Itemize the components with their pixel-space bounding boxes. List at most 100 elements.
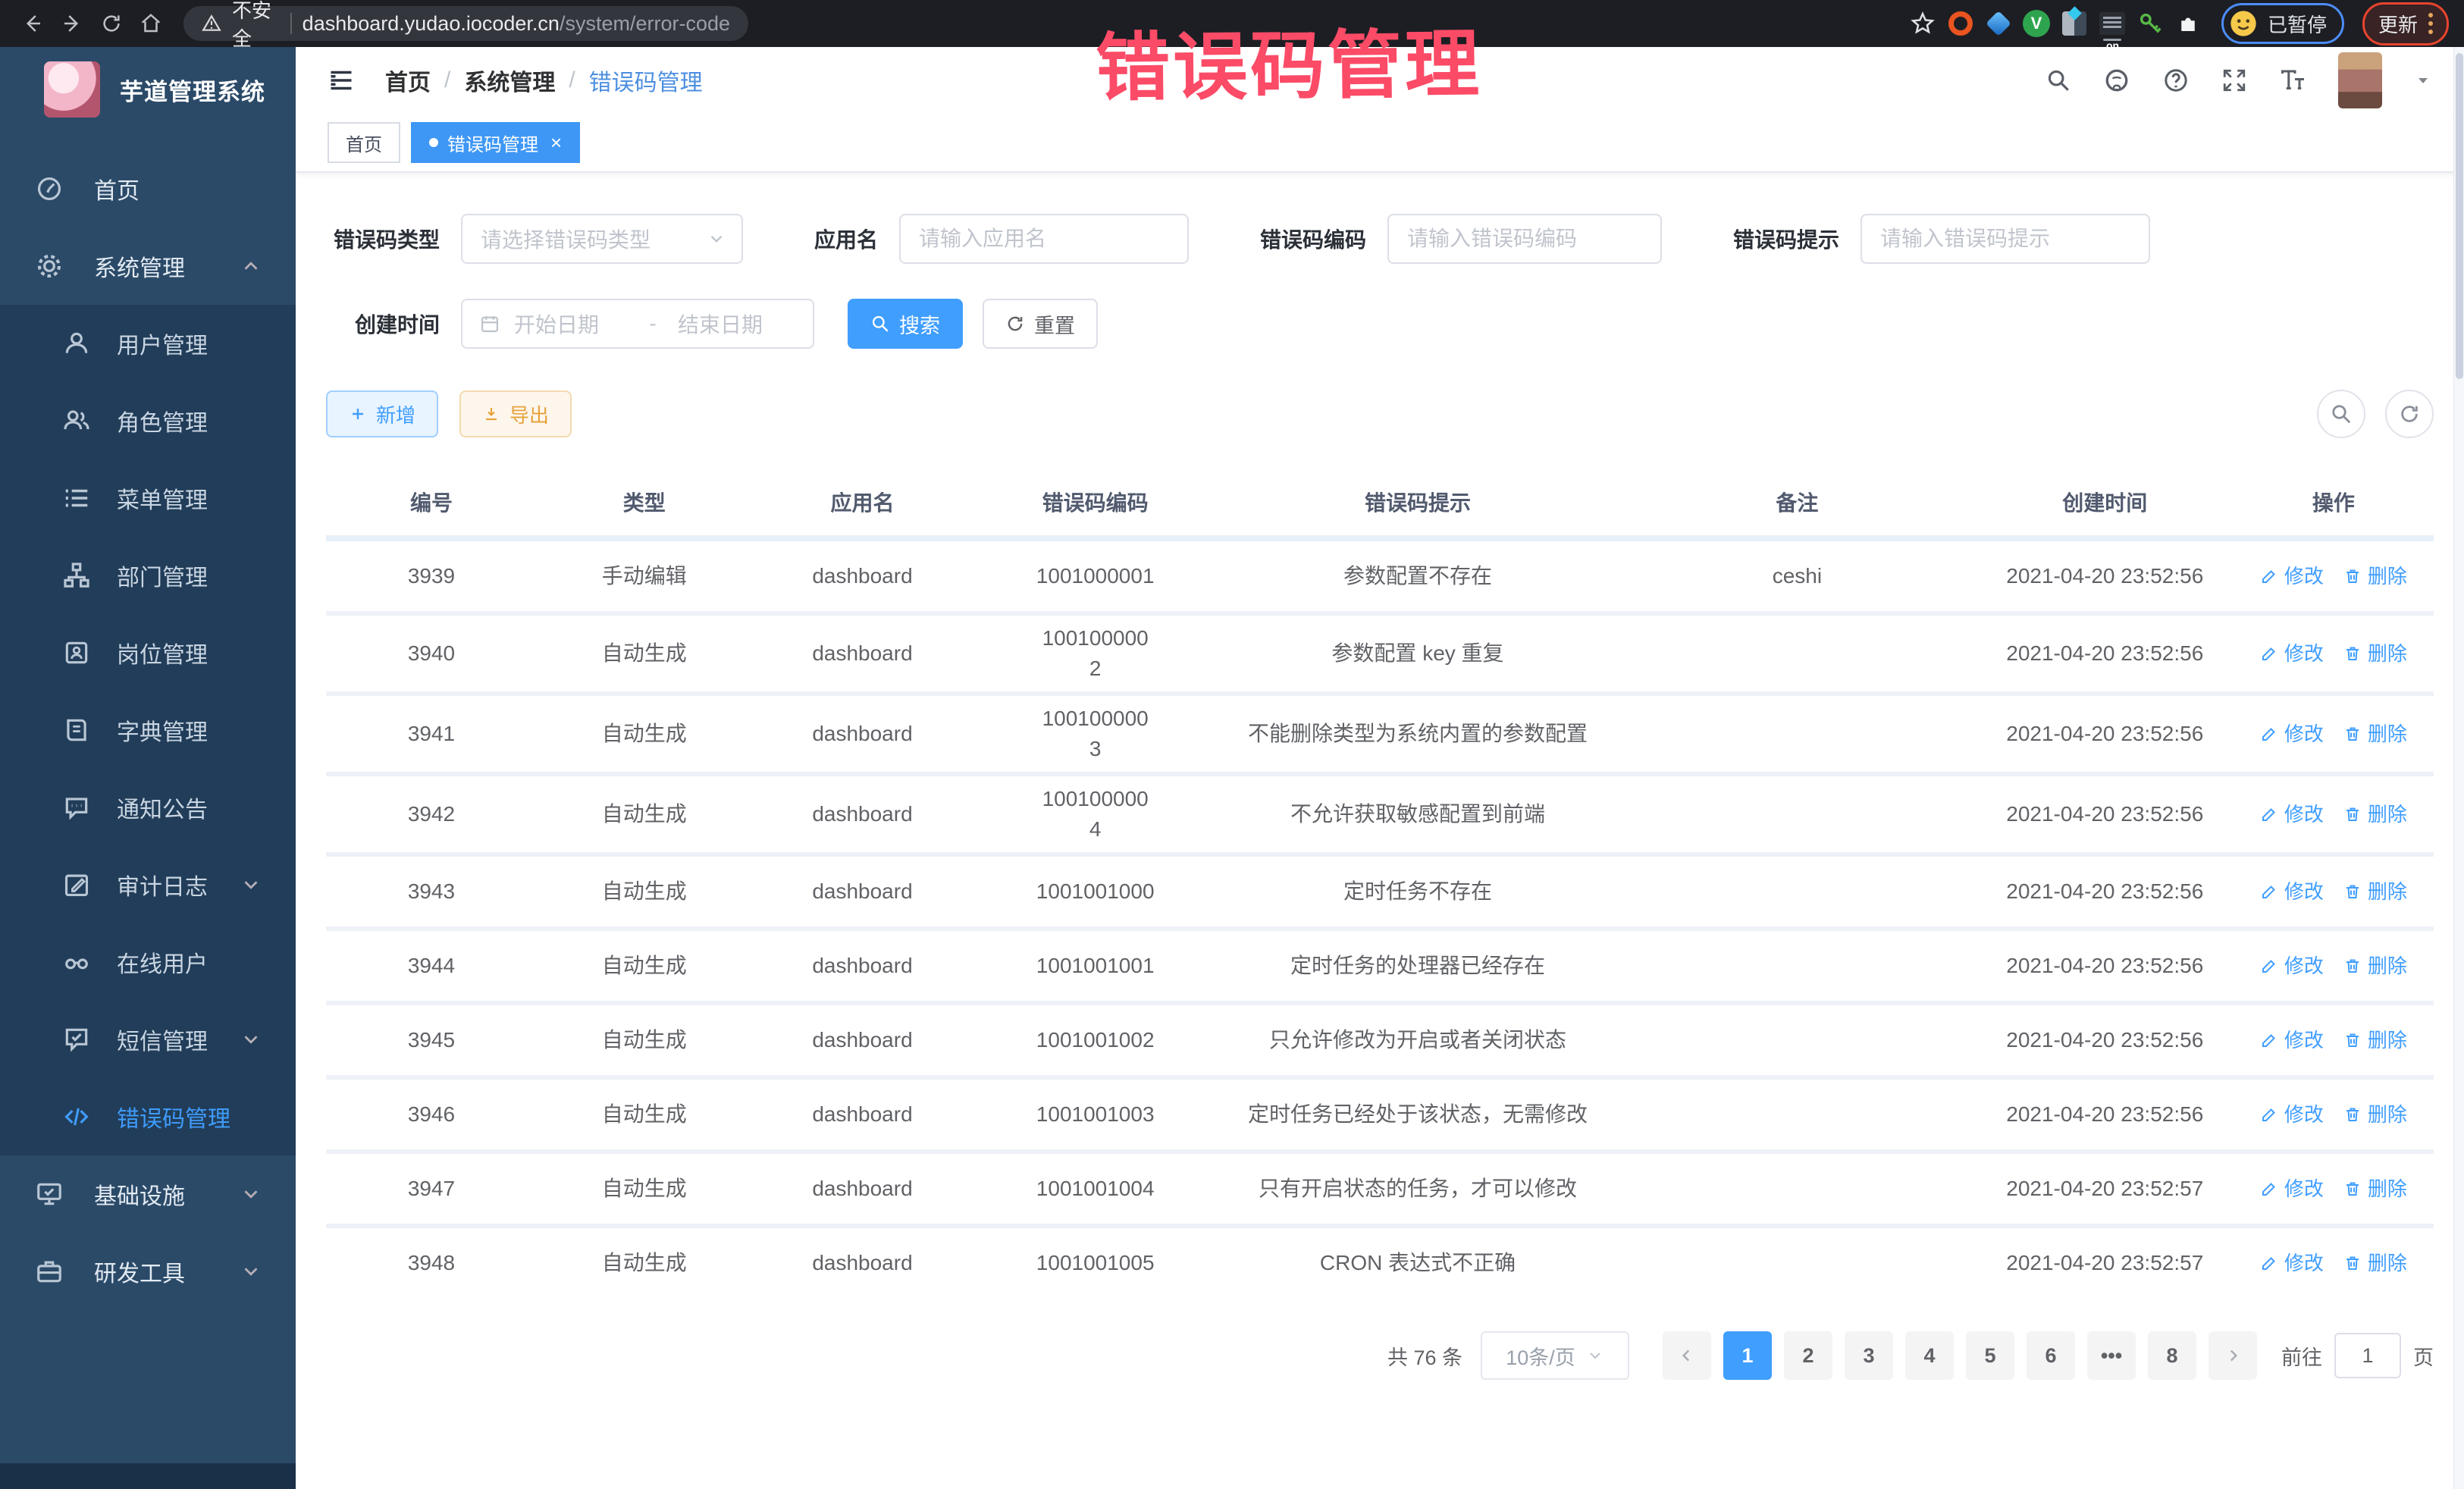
delete-button[interactable]: 删除 bbox=[2343, 799, 2407, 829]
extension-icon-gem[interactable] bbox=[1982, 7, 2015, 40]
add-button[interactable]: 新增 bbox=[326, 390, 438, 437]
page-scrollbar[interactable] bbox=[2453, 47, 2464, 1489]
browser-profile-chip[interactable]: 已暂停 bbox=[2221, 3, 2344, 44]
edit-pencil-icon bbox=[2260, 1105, 2278, 1124]
page-size-select[interactable]: 10条/页 bbox=[1481, 1331, 1629, 1380]
error-code-input[interactable] bbox=[1387, 214, 1662, 264]
tag-close-icon[interactable]: × bbox=[550, 133, 562, 152]
page-ellipsis-button[interactable]: ••• bbox=[2087, 1331, 2136, 1380]
delete-button[interactable]: 删除 bbox=[2343, 561, 2407, 591]
browser-reload-button[interactable] bbox=[94, 6, 129, 41]
refresh-table-button[interactable] bbox=[2385, 390, 2434, 438]
fullscreen-icon[interactable] bbox=[2221, 67, 2247, 93]
edit-button[interactable]: 修改 bbox=[2260, 1174, 2324, 1204]
edit-button[interactable]: 修改 bbox=[2260, 1099, 2324, 1130]
scrollbar-thumb[interactable] bbox=[2456, 53, 2463, 379]
help-icon[interactable] bbox=[2162, 67, 2190, 94]
error-hint-input[interactable] bbox=[1861, 214, 2150, 264]
date-range-picker[interactable]: 开始日期 - 结束日期 bbox=[461, 299, 814, 349]
delete-button[interactable]: 删除 bbox=[2343, 876, 2407, 907]
reset-button[interactable]: 重置 bbox=[983, 299, 1098, 349]
sidebar-item-error-code[interactable]: 错误码管理 bbox=[0, 1078, 296, 1155]
breadcrumb-home[interactable]: 首页 bbox=[385, 64, 431, 97]
goto-page-input[interactable] bbox=[2334, 1333, 2401, 1378]
export-button[interactable]: 导出 bbox=[459, 390, 572, 437]
sidebar-item-dashboard[interactable]: 首页 bbox=[0, 150, 296, 227]
browser-menu-kebab-icon[interactable] bbox=[2428, 13, 2433, 34]
font-size-icon[interactable] bbox=[2279, 67, 2306, 94]
sidebar-item-post-badge[interactable]: 岗位管理 bbox=[0, 614, 296, 691]
sidebar-item-audit-log[interactable]: 审计日志 bbox=[0, 846, 296, 923]
extension-icon-key[interactable] bbox=[2133, 7, 2167, 40]
page-button-2[interactable]: 2 bbox=[1784, 1331, 1832, 1380]
sidebar-item-devtool[interactable]: 研发工具 bbox=[0, 1233, 296, 1310]
edit-button[interactable]: 修改 bbox=[2260, 1025, 2324, 1055]
browser-forward-button[interactable] bbox=[55, 6, 89, 41]
browser-update-button[interactable]: 更新 bbox=[2362, 2, 2449, 45]
page-button-6[interactable]: 6 bbox=[2027, 1331, 2075, 1380]
edit-button[interactable]: 修改 bbox=[2260, 561, 2324, 591]
toggle-search-button[interactable] bbox=[2317, 390, 2365, 438]
page-button-5[interactable]: 5 bbox=[1966, 1331, 2014, 1380]
edit-button[interactable]: 修改 bbox=[2260, 799, 2324, 829]
sidebar-item-dept-tree[interactable]: 部门管理 bbox=[0, 537, 296, 614]
header-search-icon[interactable] bbox=[2045, 67, 2071, 93]
calendar-icon bbox=[479, 313, 500, 334]
sidebar-logo-row[interactable]: 芋道管理系统 bbox=[0, 47, 296, 132]
cell-create-time: 2021-04-20 23:52:56 bbox=[1977, 1092, 2234, 1137]
profile-status-label: 已暂停 bbox=[2268, 10, 2327, 38]
delete-button[interactable]: 删除 bbox=[2343, 1099, 2407, 1130]
delete-button[interactable]: 删除 bbox=[2343, 951, 2407, 981]
page-button-4[interactable]: 4 bbox=[1905, 1331, 1954, 1380]
sidebar-item-infra[interactable]: 基础设施 bbox=[0, 1155, 296, 1233]
app-name-input[interactable] bbox=[899, 214, 1189, 264]
avatar-caret-down-icon[interactable] bbox=[2414, 71, 2432, 89]
tag-home[interactable]: 首页 bbox=[328, 122, 400, 163]
sidebar-item-dict-book[interactable]: 字典管理 bbox=[0, 691, 296, 769]
edit-button[interactable]: 修改 bbox=[2260, 1248, 2324, 1278]
browser-back-button[interactable] bbox=[15, 6, 50, 41]
delete-button[interactable]: 删除 bbox=[2343, 719, 2407, 749]
extension-icon-green[interactable]: V bbox=[2020, 7, 2053, 40]
cell-error-hint: 只允许修改为开启或者关闭状态 bbox=[1218, 1017, 1618, 1063]
delete-button[interactable]: 删除 bbox=[2343, 638, 2407, 669]
prev-page-button[interactable] bbox=[1663, 1331, 1711, 1380]
address-bar[interactable]: 不安全 dashboard.yudao.iocoder.cn/system/er… bbox=[183, 6, 748, 41]
extension-icon-switcher[interactable]: on bbox=[2096, 7, 2129, 40]
github-icon[interactable] bbox=[2103, 67, 2130, 94]
page-button-3[interactable]: 3 bbox=[1845, 1331, 1893, 1380]
user-avatar[interactable] bbox=[2338, 52, 2382, 108]
sidebar-item-sms[interactable]: 短信管理 bbox=[0, 1001, 296, 1078]
search-button[interactable]: 搜索 bbox=[848, 299, 963, 349]
edit-button[interactable]: 修改 bbox=[2260, 719, 2324, 749]
delete-button[interactable]: 删除 bbox=[2343, 1248, 2407, 1278]
bookmark-star-icon[interactable] bbox=[1906, 7, 1939, 40]
sidebar-item-menu-list[interactable]: 菜单管理 bbox=[0, 459, 296, 537]
url-separator bbox=[290, 13, 292, 34]
sidebar-item-system-gear[interactable]: 系统管理 bbox=[0, 227, 296, 305]
notice-icon bbox=[61, 793, 92, 822]
cell-error-hint: CRON 表达式不正确 bbox=[1218, 1240, 1618, 1286]
col-header-ops: 操作 bbox=[2234, 470, 2434, 535]
edit-button[interactable]: 修改 bbox=[2260, 951, 2324, 981]
hamburger-icon[interactable] bbox=[328, 67, 355, 94]
next-page-button[interactable] bbox=[2209, 1331, 2257, 1380]
extension-icon-grid[interactable] bbox=[2058, 7, 2091, 40]
extension-icon-orange[interactable] bbox=[1944, 7, 1977, 40]
delete-button[interactable]: 删除 bbox=[2343, 1025, 2407, 1055]
error-type-select[interactable]: 请选择错误码类型 bbox=[461, 214, 743, 264]
cell-app-name: dashboard bbox=[752, 943, 973, 989]
edit-button[interactable]: 修改 bbox=[2260, 876, 2324, 907]
delete-button[interactable]: 删除 bbox=[2343, 1174, 2407, 1204]
extensions-puzzle-icon[interactable] bbox=[2171, 7, 2205, 40]
tag-error-code[interactable]: 错误码管理 × bbox=[411, 122, 580, 163]
sidebar-item-role[interactable]: 角色管理 bbox=[0, 382, 296, 459]
sidebar-item-user[interactable]: 用户管理 bbox=[0, 305, 296, 382]
page-button-1[interactable]: 1 bbox=[1723, 1331, 1772, 1380]
browser-home-button[interactable] bbox=[133, 6, 168, 41]
page-button-8[interactable]: 8 bbox=[2148, 1331, 2196, 1380]
sidebar-item-notice[interactable]: 通知公告 bbox=[0, 769, 296, 846]
sidebar-item-online-users[interactable]: 在线用户 bbox=[0, 923, 296, 1001]
breadcrumb-system[interactable]: 系统管理 bbox=[464, 64, 555, 97]
edit-button[interactable]: 修改 bbox=[2260, 638, 2324, 669]
